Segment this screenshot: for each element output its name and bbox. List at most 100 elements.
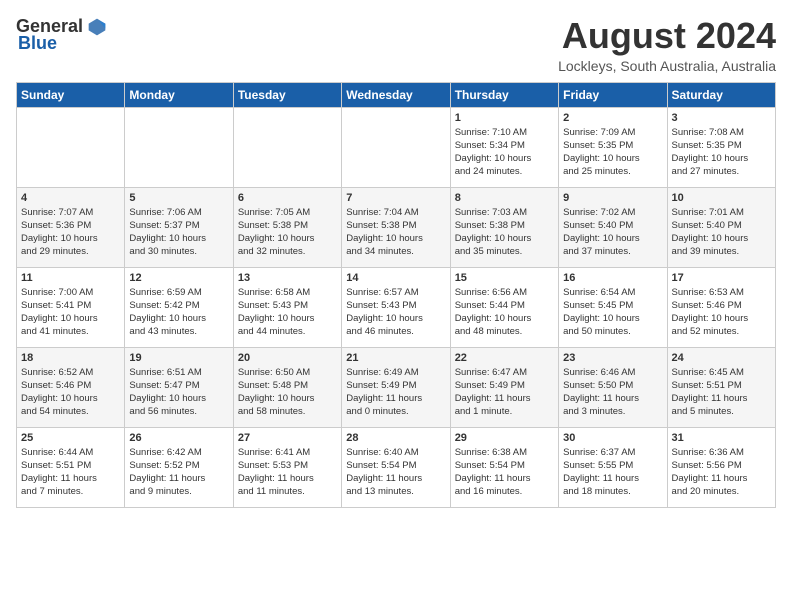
day-cell: 24 Sunrise: 6:45 AM Sunset: 5:51 PM Dayli… <box>667 347 775 427</box>
day-info: Sunrise: 7:10 AM Sunset: 5:34 PM Dayligh… <box>455 126 554 179</box>
day-number: 1 <box>455 112 554 124</box>
day-info: Sunrise: 7:08 AM Sunset: 5:35 PM Dayligh… <box>672 126 771 179</box>
day-number: 4 <box>21 192 120 204</box>
day-cell <box>233 107 341 187</box>
day-cell: 12 Sunrise: 6:59 AM Sunset: 5:42 PM Dayli… <box>125 267 233 347</box>
day-number: 11 <box>21 272 120 284</box>
day-info: Sunrise: 7:06 AM Sunset: 5:37 PM Dayligh… <box>129 206 228 259</box>
day-info: Sunrise: 6:40 AM Sunset: 5:54 PM Dayligh… <box>346 446 445 499</box>
day-info: Sunrise: 6:58 AM Sunset: 5:43 PM Dayligh… <box>238 286 337 339</box>
day-cell: 21Sunrise: 6:49 AM Sunset: 5:49 PM Dayli… <box>342 347 450 427</box>
day-cell: 30 Sunrise: 6:37 AM Sunset: 5:55 PM Dayli… <box>559 427 667 507</box>
calendar-table: SundayMondayTuesdayWednesdayThursdayFrid… <box>16 82 776 508</box>
day-cell: 26 Sunrise: 6:42 AM Sunset: 5:52 PM Dayli… <box>125 427 233 507</box>
day-info: Sunrise: 7:01 AM Sunset: 5:40 PM Dayligh… <box>672 206 771 259</box>
day-cell: 23 Sunrise: 6:46 AM Sunset: 5:50 PM Dayli… <box>559 347 667 427</box>
day-cell: 22 Sunrise: 6:47 AM Sunset: 5:49 PM Dayli… <box>450 347 558 427</box>
day-info: Sunrise: 6:46 AM Sunset: 5:50 PM Dayligh… <box>563 366 662 419</box>
title-block: August 2024 Lockleys, South Australia, A… <box>558 16 776 74</box>
day-number: 10 <box>672 192 771 204</box>
day-number: 12 <box>129 272 228 284</box>
day-cell: 31 Sunrise: 6:36 AM Sunset: 5:56 PM Dayli… <box>667 427 775 507</box>
week-row-5: 25 Sunrise: 6:44 AM Sunset: 5:51 PM Dayli… <box>17 427 776 507</box>
day-info: Sunrise: 6:37 AM Sunset: 5:55 PM Dayligh… <box>563 446 662 499</box>
day-info: Sunrise: 7:00 AM Sunset: 5:41 PM Dayligh… <box>21 286 120 339</box>
column-headers: SundayMondayTuesdayWednesdayThursdayFrid… <box>17 82 776 107</box>
day-cell: 28Sunrise: 6:40 AM Sunset: 5:54 PM Dayli… <box>342 427 450 507</box>
day-cell: 9Sunrise: 7:02 AM Sunset: 5:40 PM Daylig… <box>559 187 667 267</box>
col-header-tuesday: Tuesday <box>233 82 341 107</box>
day-number: 13 <box>238 272 337 284</box>
day-number: 31 <box>672 432 771 444</box>
day-info: Sunrise: 7:05 AM Sunset: 5:38 PM Dayligh… <box>238 206 337 259</box>
day-info: Sunrise: 6:41 AM Sunset: 5:53 PM Dayligh… <box>238 446 337 499</box>
col-header-thursday: Thursday <box>450 82 558 107</box>
day-info: Sunrise: 6:51 AM Sunset: 5:47 PM Dayligh… <box>129 366 228 419</box>
col-header-saturday: Saturday <box>667 82 775 107</box>
day-info: Sunrise: 6:42 AM Sunset: 5:52 PM Dayligh… <box>129 446 228 499</box>
day-cell: 4 Sunrise: 7:07 AM Sunset: 5:36 PM Daylig… <box>17 187 125 267</box>
col-header-monday: Monday <box>125 82 233 107</box>
day-number: 8 <box>455 192 554 204</box>
day-cell: 16Sunrise: 6:54 AM Sunset: 5:45 PM Dayli… <box>559 267 667 347</box>
week-row-2: 4 Sunrise: 7:07 AM Sunset: 5:36 PM Daylig… <box>17 187 776 267</box>
day-number: 2 <box>563 112 662 124</box>
day-info: Sunrise: 6:38 AM Sunset: 5:54 PM Dayligh… <box>455 446 554 499</box>
day-info: Sunrise: 6:52 AM Sunset: 5:46 PM Dayligh… <box>21 366 120 419</box>
day-info: Sunrise: 7:02 AM Sunset: 5:40 PM Dayligh… <box>563 206 662 259</box>
day-info: Sunrise: 6:45 AM Sunset: 5:51 PM Dayligh… <box>672 366 771 419</box>
day-number: 21 <box>346 352 445 364</box>
day-number: 29 <box>455 432 554 444</box>
day-number: 30 <box>563 432 662 444</box>
day-info: Sunrise: 6:57 AM Sunset: 5:43 PM Dayligh… <box>346 286 445 339</box>
day-info: Sunrise: 6:56 AM Sunset: 5:44 PM Dayligh… <box>455 286 554 339</box>
day-cell: 5Sunrise: 7:06 AM Sunset: 5:37 PM Daylig… <box>125 187 233 267</box>
day-cell: 6 Sunrise: 7:05 AM Sunset: 5:38 PM Daylig… <box>233 187 341 267</box>
day-info: Sunrise: 6:47 AM Sunset: 5:49 PM Dayligh… <box>455 366 554 419</box>
week-row-4: 18Sunrise: 6:52 AM Sunset: 5:46 PM Dayli… <box>17 347 776 427</box>
day-number: 7 <box>346 192 445 204</box>
day-info: Sunrise: 7:07 AM Sunset: 5:36 PM Dayligh… <box>21 206 120 259</box>
day-info: Sunrise: 7:04 AM Sunset: 5:38 PM Dayligh… <box>346 206 445 259</box>
day-number: 3 <box>672 112 771 124</box>
day-number: 26 <box>129 432 228 444</box>
day-number: 6 <box>238 192 337 204</box>
day-info: Sunrise: 6:44 AM Sunset: 5:51 PM Dayligh… <box>21 446 120 499</box>
day-number: 24 <box>672 352 771 364</box>
col-header-wednesday: Wednesday <box>342 82 450 107</box>
day-info: Sunrise: 6:54 AM Sunset: 5:45 PM Dayligh… <box>563 286 662 339</box>
logo: General Blue <box>16 16 107 54</box>
day-cell <box>125 107 233 187</box>
month-year: August 2024 <box>558 16 776 56</box>
location: Lockleys, South Australia, Australia <box>558 58 776 74</box>
day-cell: 18Sunrise: 6:52 AM Sunset: 5:46 PM Dayli… <box>17 347 125 427</box>
day-number: 23 <box>563 352 662 364</box>
day-cell: 8Sunrise: 7:03 AM Sunset: 5:38 PM Daylig… <box>450 187 558 267</box>
day-number: 27 <box>238 432 337 444</box>
day-cell: 1 Sunrise: 7:10 AM Sunset: 5:34 PM Daylig… <box>450 107 558 187</box>
day-cell: 3 Sunrise: 7:08 AM Sunset: 5:35 PM Daylig… <box>667 107 775 187</box>
day-number: 25 <box>21 432 120 444</box>
day-number: 17 <box>672 272 771 284</box>
day-info: Sunrise: 6:53 AM Sunset: 5:46 PM Dayligh… <box>672 286 771 339</box>
day-info: Sunrise: 6:59 AM Sunset: 5:42 PM Dayligh… <box>129 286 228 339</box>
day-cell: 20Sunrise: 6:50 AM Sunset: 5:48 PM Dayli… <box>233 347 341 427</box>
day-info: Sunrise: 6:36 AM Sunset: 5:56 PM Dayligh… <box>672 446 771 499</box>
col-header-sunday: Sunday <box>17 82 125 107</box>
day-cell <box>342 107 450 187</box>
page-header: General Blue August 2024 Lockleys, South… <box>16 16 776 74</box>
day-cell: 29 Sunrise: 6:38 AM Sunset: 5:54 PM Dayli… <box>450 427 558 507</box>
day-number: 19 <box>129 352 228 364</box>
day-cell <box>17 107 125 187</box>
day-info: Sunrise: 7:09 AM Sunset: 5:35 PM Dayligh… <box>563 126 662 179</box>
logo-blue-text: Blue <box>18 33 57 54</box>
day-number: 22 <box>455 352 554 364</box>
day-cell: 2 Sunrise: 7:09 AM Sunset: 5:35 PM Daylig… <box>559 107 667 187</box>
week-row-3: 11 Sunrise: 7:00 AM Sunset: 5:41 PM Dayli… <box>17 267 776 347</box>
day-cell: 7 Sunrise: 7:04 AM Sunset: 5:38 PM Daylig… <box>342 187 450 267</box>
day-cell: 13 Sunrise: 6:58 AM Sunset: 5:43 PM Dayli… <box>233 267 341 347</box>
day-cell: 11 Sunrise: 7:00 AM Sunset: 5:41 PM Dayli… <box>17 267 125 347</box>
day-cell: 25 Sunrise: 6:44 AM Sunset: 5:51 PM Dayli… <box>17 427 125 507</box>
week-row-1: 1 Sunrise: 7:10 AM Sunset: 5:34 PM Daylig… <box>17 107 776 187</box>
day-cell: 10 Sunrise: 7:01 AM Sunset: 5:40 PM Dayli… <box>667 187 775 267</box>
